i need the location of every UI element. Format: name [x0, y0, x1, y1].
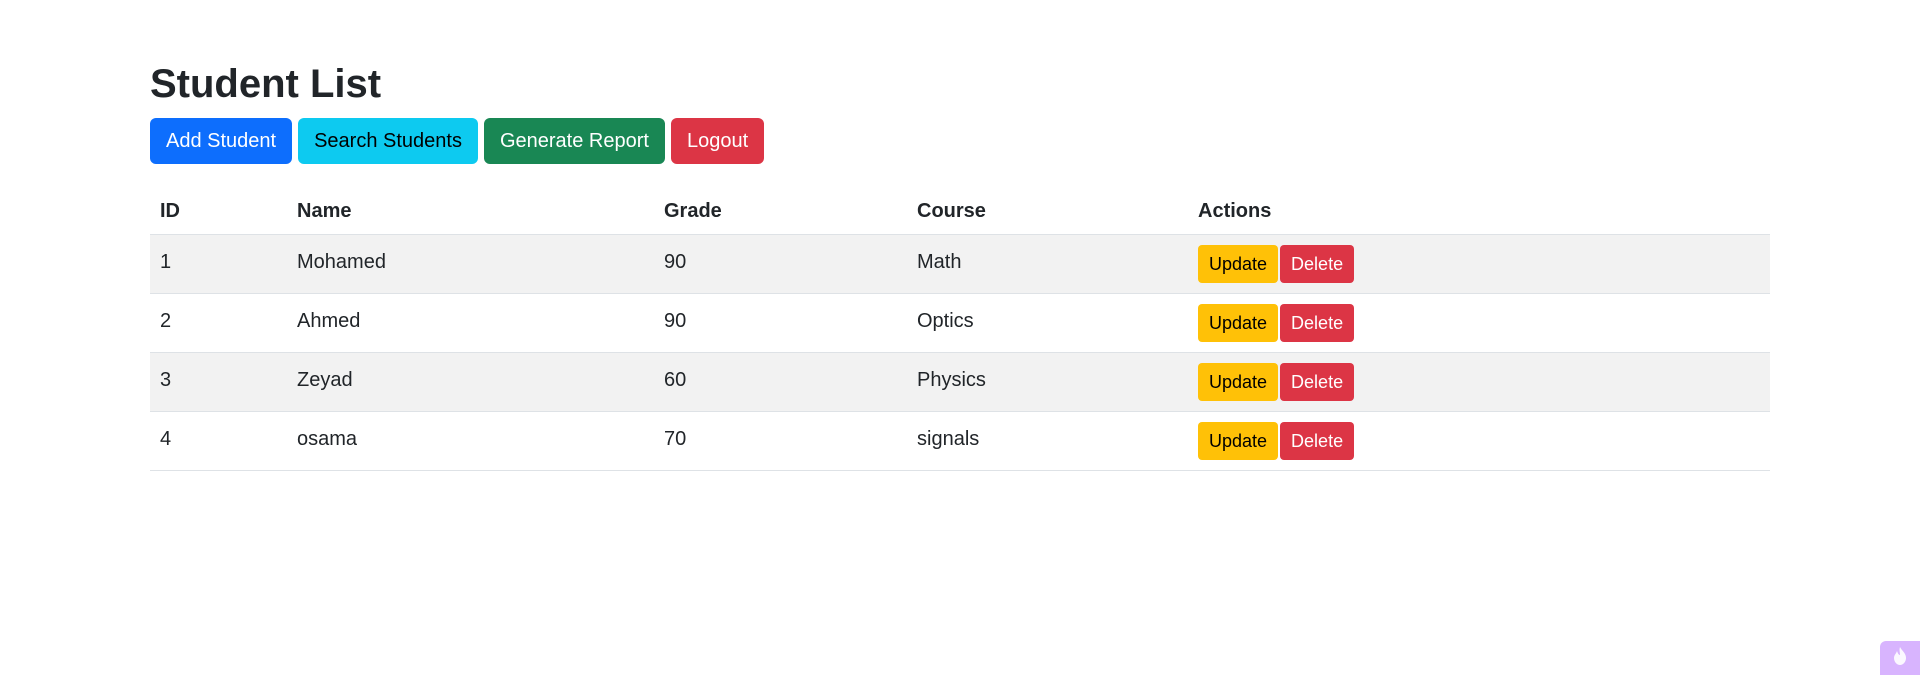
table-row: 3 Zeyad 60 Physics Update Delete — [150, 352, 1770, 412]
cell-id: 4 — [150, 411, 287, 471]
header-id: ID — [150, 188, 287, 235]
cell-name-text: osama — [297, 427, 358, 450]
cell-name-text: Mohamed — [297, 250, 386, 273]
cell-id-text: 3 — [160, 368, 172, 391]
flame-icon — [1891, 646, 1909, 671]
cell-course-text: Optics — [917, 309, 974, 332]
cell-actions: Update Delete — [1188, 234, 1770, 294]
cell-actions: Update Delete — [1188, 411, 1770, 471]
cell-grade: 70 — [654, 411, 907, 471]
header-actions: Actions — [1188, 188, 1770, 235]
cell-grade-text: 70 — [664, 427, 687, 450]
cell-id-text: 4 — [160, 427, 172, 450]
table-header-row: ID Name Grade Course Actions — [150, 188, 1770, 235]
delete-button[interactable]: Delete — [1280, 245, 1355, 283]
cell-course: Math — [907, 234, 1188, 294]
cell-grade: 90 — [654, 293, 907, 353]
cell-actions: Update Delete — [1188, 293, 1770, 353]
header-course: Course — [907, 188, 1188, 235]
cell-course: signals — [907, 411, 1188, 471]
cell-name: Zeyad — [287, 352, 654, 412]
delete-button[interactable]: Delete — [1280, 422, 1355, 460]
cell-grade: 60 — [654, 352, 907, 412]
update-button[interactable]: Update — [1198, 245, 1279, 283]
update-button[interactable]: Update — [1198, 363, 1279, 401]
cell-grade-text: 90 — [664, 309, 687, 332]
cell-name-text: Zeyad — [297, 368, 353, 391]
students-table: ID Name Grade Course Actions 1 Mohamed 9… — [150, 188, 1770, 471]
cell-name: Ahmed — [287, 293, 654, 353]
cell-id: 3 — [150, 352, 287, 412]
cell-name: osama — [287, 411, 654, 471]
cell-id-text: 1 — [160, 250, 172, 273]
generate-report-button[interactable]: Generate Report — [483, 118, 665, 164]
search-students-button[interactable]: Search Students — [298, 118, 478, 164]
cell-course-text: Physics — [917, 368, 986, 391]
cell-id: 2 — [150, 293, 287, 353]
page-title: Student List — [150, 62, 382, 106]
add-student-button[interactable]: Add Student — [150, 118, 293, 164]
cell-course-text: Math — [917, 250, 962, 273]
corner-badge[interactable] — [1880, 641, 1920, 675]
cell-grade-text: 60 — [664, 368, 687, 391]
update-button[interactable]: Update — [1198, 304, 1279, 342]
header-grade: Grade — [654, 188, 907, 235]
cell-grade: 90 — [654, 234, 907, 294]
logout-button[interactable]: Logout — [670, 118, 765, 164]
table-row: 4 osama 70 signals Update Delete — [150, 411, 1770, 471]
toolbar: Add Student Search Students Generate Rep… — [150, 118, 765, 164]
cell-course-text: signals — [917, 427, 980, 450]
cell-id-text: 2 — [160, 309, 172, 332]
cell-name-text: Ahmed — [297, 309, 361, 332]
delete-button[interactable]: Delete — [1280, 304, 1355, 342]
cell-id: 1 — [150, 234, 287, 294]
table-row: 1 Mohamed 90 Math Update Delete — [150, 234, 1770, 294]
header-name: Name — [287, 188, 654, 235]
table-row: 2 Ahmed 90 Optics Update Delete — [150, 293, 1770, 353]
update-button[interactable]: Update — [1198, 422, 1279, 460]
cell-name: Mohamed — [287, 234, 654, 294]
cell-grade-text: 90 — [664, 250, 687, 273]
cell-course: Optics — [907, 293, 1188, 353]
cell-actions: Update Delete — [1188, 352, 1770, 412]
cell-course: Physics — [907, 352, 1188, 412]
delete-button[interactable]: Delete — [1280, 363, 1355, 401]
